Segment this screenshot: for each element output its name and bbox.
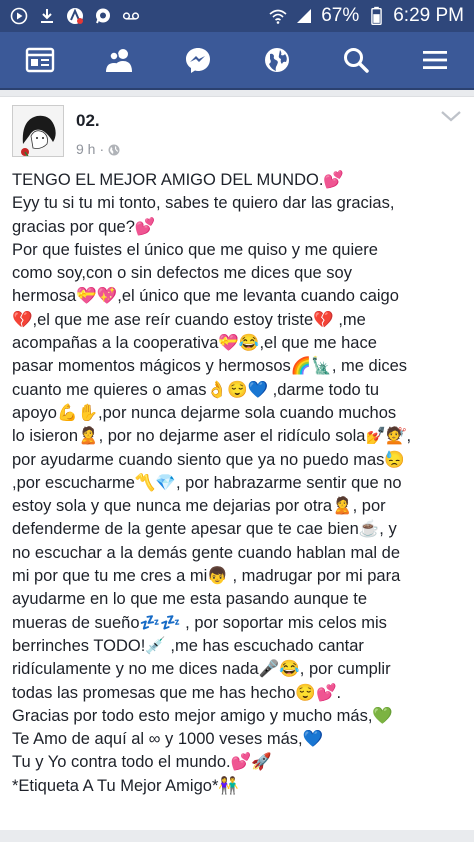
- status-bar: 67% 6:29 PM: [0, 0, 474, 32]
- post-text-line: no escuchar a la demás gente cuando habl…: [12, 543, 401, 562]
- post-text-line: defenderme de la gente apesar que te cae…: [12, 520, 397, 539]
- post-time[interactable]: 9 h: [76, 141, 95, 157]
- battery-percent: 67%: [321, 5, 360, 26]
- status-right-icons: 67% 6:29 PM: [269, 5, 464, 27]
- post-text-line: mi por que tu me cres a mi👦 , madrugar p…: [12, 567, 401, 586]
- friends-icon[interactable]: [99, 40, 139, 80]
- post-text-line: mueras de sueño💤💤 , por soportar mis cel…: [12, 613, 387, 632]
- search-icon[interactable]: [336, 40, 376, 80]
- chevron-down-icon[interactable]: [440, 109, 462, 131]
- globe-notifications-icon[interactable]: [257, 40, 297, 80]
- download-icon: [38, 7, 56, 25]
- whatsapp-icon: [94, 7, 112, 25]
- post-text-line: hermosa💝💖,el único que me levanta cuando…: [12, 287, 399, 306]
- post-text-line: Te Amo de aquí al ∞ y 1000 veses más,💙: [12, 730, 324, 749]
- avatar[interactable]: [12, 105, 64, 157]
- post-text-line: 💔,el que me ase reír cuando estoy triste…: [12, 310, 366, 329]
- post-text-line: apoyo💪✋,por nunca dejarme sola cuando mu…: [12, 403, 397, 422]
- post-text-line: TENGO EL MEJOR AMIGO DEL MUNDO.💕: [12, 171, 344, 189]
- post-header: 02. 9 h ·: [0, 97, 474, 159]
- post-text-line: ridículamente y no me dices nada🎤😂, por …: [12, 660, 391, 679]
- meta-separator: ·: [99, 141, 105, 157]
- clock: 6:29 PM: [393, 5, 464, 26]
- post-text-line: como soy,con o sin defectos me dices que…: [12, 264, 352, 283]
- post-text-line: ,por escucharme〽️💎, por habrazarme senti…: [12, 473, 402, 492]
- post-text-line: cuanto me quieres o amas👌😌💙 ,darme todo …: [12, 380, 380, 399]
- messenger-icon[interactable]: [178, 40, 218, 80]
- menu-icon[interactable]: [415, 40, 455, 80]
- play-icon: [10, 7, 28, 25]
- post-text-line: Gracias por todo esto mejor amigo y much…: [12, 706, 393, 725]
- post-text-line: pasar momentos mágicos y hermosos🌈🗽, me …: [12, 357, 408, 376]
- facebook-nav-bar: [0, 32, 474, 90]
- news-feed-icon[interactable]: [20, 40, 60, 80]
- post-text-line: lo isieron🙎, por no dejarme aser el ridí…: [12, 427, 412, 446]
- post-card: 02. 9 h · TENGO EL MEJOR AMIGO DEL MUNDO…: [0, 96, 474, 836]
- post-text-line: estoy sola y que nunca me dejarias por o…: [12, 497, 386, 516]
- card-bottom-divider: [0, 830, 474, 836]
- status-left-icons: [10, 7, 140, 25]
- vpn-icon: [66, 7, 84, 25]
- post-text: TENGO EL MEJOR AMIGO DEL MUNDO.💕 Eyy tu s…: [0, 159, 474, 798]
- post-text-line: Tu y Yo contra todo el mundo.💕🚀: [12, 753, 272, 772]
- post-text-line: Eyy tu si tu mi tonto, sabes te quiero d…: [12, 194, 395, 213]
- signal-icon: [295, 7, 313, 25]
- author-name[interactable]: 02.: [76, 111, 120, 131]
- post-text-line: gracias por que?💕: [12, 217, 156, 236]
- post-text-line: Por que fuistes el único que me quiso y …: [12, 240, 378, 259]
- post-text-line: por ayudarme cuando siento que ya no pue…: [12, 450, 405, 469]
- public-globe-icon: [108, 143, 120, 156]
- post-text-line: acompañas a la cooperativa💝😂,el que me h…: [12, 334, 377, 353]
- post-text-line: ayudarme en lo que me esta pasando aunqu…: [12, 590, 368, 609]
- author-block: 02. 9 h ·: [76, 105, 120, 157]
- post-text-line: *Etiqueta A Tu Mejor Amigo*👫: [12, 776, 239, 795]
- wifi-icon: [269, 7, 287, 25]
- voicemail-icon: [122, 7, 140, 25]
- post-meta: 9 h ·: [76, 141, 120, 157]
- post-text-line: berrinches TODO!💉 ,me has escuchado cant…: [12, 636, 364, 655]
- post-text-line: todas las promesas que me has hecho😌💕.: [12, 683, 342, 702]
- battery-icon: [367, 6, 385, 25]
